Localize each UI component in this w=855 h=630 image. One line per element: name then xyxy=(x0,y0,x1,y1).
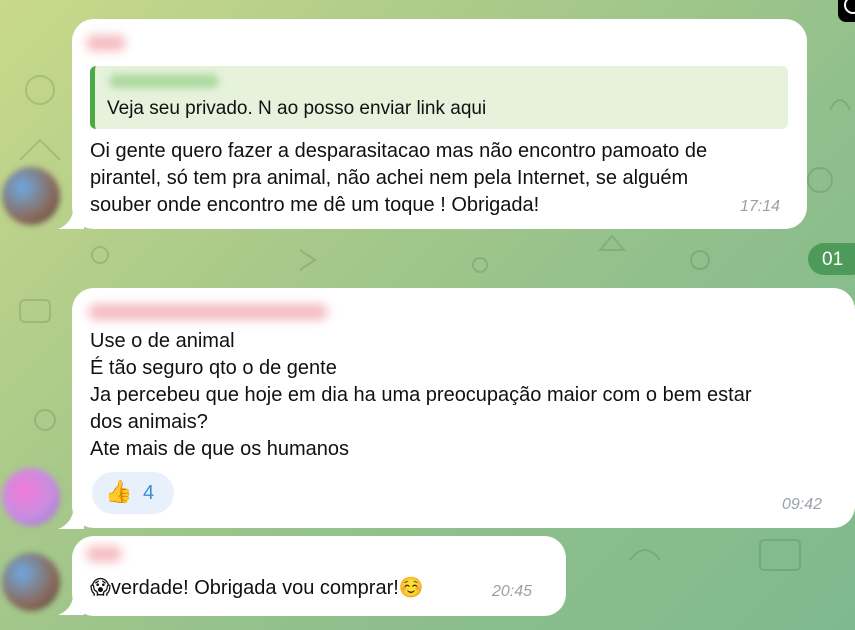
thumbs-up-icon: 👍 xyxy=(105,479,133,504)
message-text: Use o de animal É tão seguro qto o de ge… xyxy=(90,330,752,460)
message-text: verdade! Obrigada vou comprar! xyxy=(110,577,399,599)
clock-icon xyxy=(844,0,855,14)
reaction-chip[interactable]: 👍 4 xyxy=(92,472,174,514)
reply-sender-name xyxy=(109,74,219,88)
sender-name[interactable] xyxy=(86,35,126,51)
message-bubble[interactable]: Use o de animal É tão seguro qto o de ge… xyxy=(72,288,855,528)
message-time: 09:42 xyxy=(782,496,823,513)
smiling-face-icon: ☺️ xyxy=(398,577,424,599)
message-text: Oi gente quero fazer a desparasitacao ma… xyxy=(90,140,708,216)
reply-quote[interactable]: Veja seu privado. N ao posso enviar link… xyxy=(90,66,788,129)
message-time: 17:14 xyxy=(740,198,781,215)
avatar[interactable] xyxy=(2,468,60,526)
reaction-count: 4 xyxy=(143,482,155,504)
reply-text: Veja seu privado. N ao posso enviar link… xyxy=(107,98,487,119)
avatar[interactable] xyxy=(2,553,60,611)
avatar[interactable] xyxy=(2,167,60,225)
message-time: 20:45 xyxy=(492,583,533,600)
screaming-face-icon: 😱 xyxy=(90,577,111,599)
message-bubble[interactable]: 😱verdade! Obrigada vou comprar!☺️ 20:45 xyxy=(72,536,566,616)
sender-name[interactable] xyxy=(88,304,328,320)
scroll-top-button[interactable] xyxy=(838,0,855,22)
date-pill: 01 xyxy=(808,243,855,275)
sender-name[interactable] xyxy=(86,546,122,562)
message-bubble[interactable]: Veja seu privado. N ao posso enviar link… xyxy=(72,19,807,229)
